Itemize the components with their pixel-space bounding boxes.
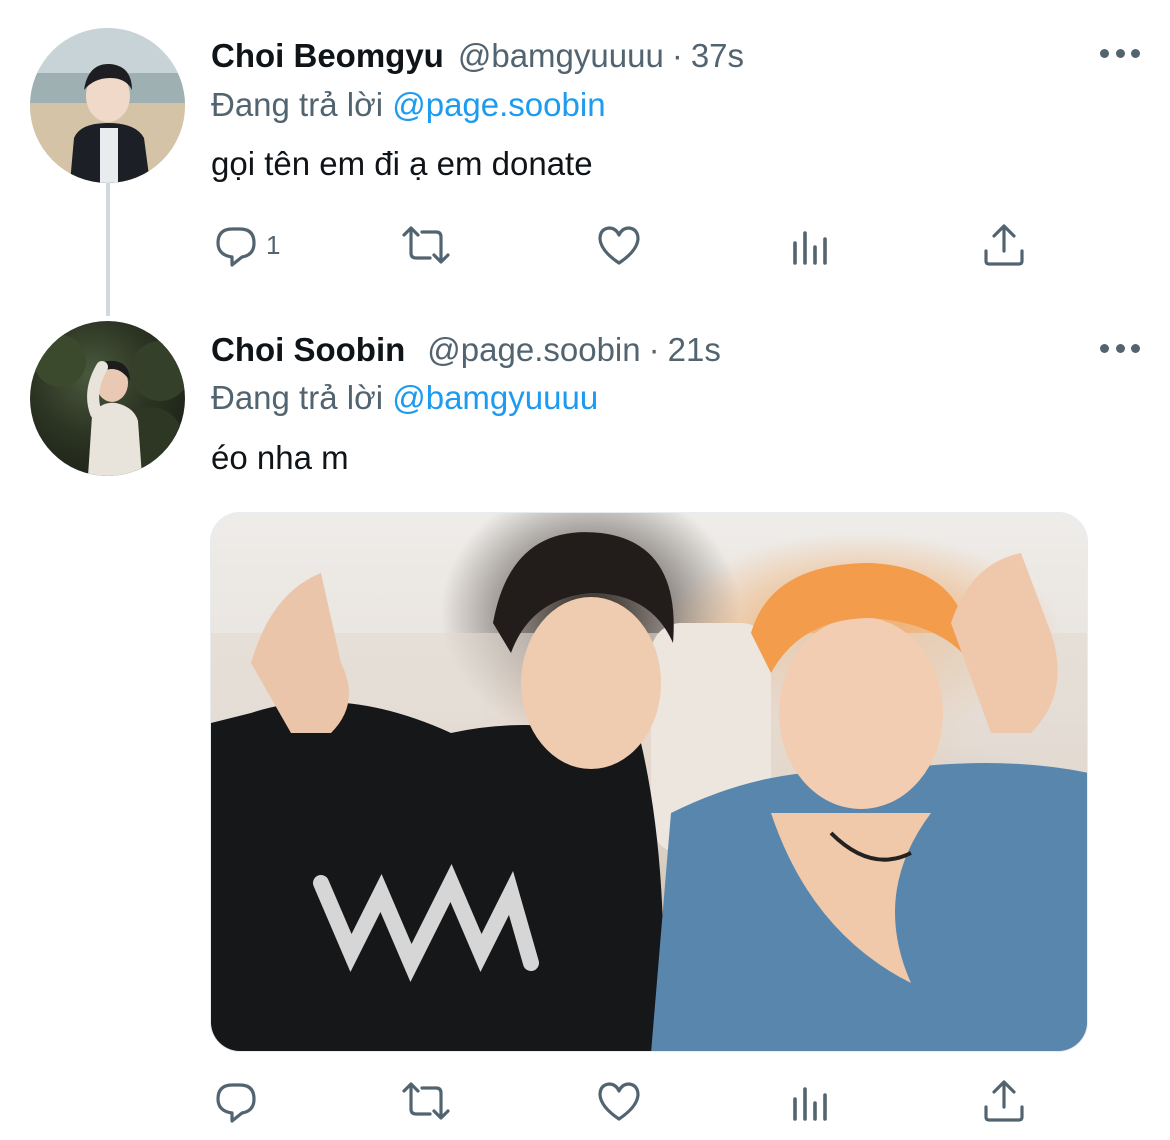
tweet-header: Choi Soobin @page.soobin · 21s xyxy=(211,331,721,369)
tweet-text: éo nha m xyxy=(211,439,349,476)
share-button[interactable] xyxy=(980,1076,1028,1126)
views-icon xyxy=(793,231,827,265)
reply-count: 1 xyxy=(266,229,281,260)
separator-dot: · xyxy=(648,331,660,368)
timestamp[interactable]: 37s xyxy=(691,37,744,75)
views-button[interactable] xyxy=(787,1076,835,1126)
avatar[interactable] xyxy=(30,321,185,476)
action-bar xyxy=(210,1076,1030,1126)
reply-icon xyxy=(216,227,256,267)
share-icon xyxy=(984,224,1024,266)
separator-dot: · xyxy=(671,37,683,74)
views-button[interactable] xyxy=(787,220,835,270)
user-handle[interactable]: @bamgyuuuu xyxy=(458,37,664,75)
action-bar: 1 xyxy=(210,220,1030,270)
share-button[interactable] xyxy=(980,220,1028,270)
reply-button[interactable] xyxy=(212,1076,266,1126)
user-handle[interactable]: @page.soobin xyxy=(427,331,640,369)
retweet-button[interactable] xyxy=(398,220,454,270)
avatar-photo xyxy=(34,335,185,476)
mention-link[interactable]: @page.soobin xyxy=(392,86,605,123)
thread-line xyxy=(106,183,110,316)
replying-to: Đang trả lời @page.soobin xyxy=(211,86,606,124)
display-name[interactable]: Choi Beomgyu xyxy=(211,37,444,75)
tweet-photo[interactable] xyxy=(210,512,1088,1052)
retweet-button[interactable] xyxy=(398,1076,454,1126)
tweet[interactable]: Choi Beomgyu @bamgyuuuu · 37s Đang trả l… xyxy=(0,0,1170,316)
share-icon xyxy=(984,1080,1024,1122)
mention-link[interactable]: @bamgyuuuu xyxy=(392,379,598,416)
replying-to: Đang trả lời @bamgyuuuu xyxy=(211,379,598,417)
timestamp[interactable]: 21s xyxy=(668,331,721,369)
reply-icon xyxy=(216,1083,256,1123)
views-icon xyxy=(793,1087,827,1121)
retweet-icon xyxy=(402,1082,450,1120)
replying-to-label: Đang trả lời xyxy=(211,86,384,123)
like-button[interactable] xyxy=(595,1076,643,1126)
tweet-text: gọi tên em đi ạ em donate xyxy=(211,145,593,182)
more-icon[interactable] xyxy=(1100,342,1140,354)
more-icon[interactable] xyxy=(1100,47,1140,59)
retweet-icon xyxy=(402,226,450,264)
tweet[interactable]: Choi Soobin @page.soobin · 21s Đang trả … xyxy=(0,300,1170,1140)
avatar-photo xyxy=(30,28,185,183)
tweet-header: Choi Beomgyu @bamgyuuuu · 37s xyxy=(211,37,744,75)
avatar[interactable] xyxy=(30,28,185,183)
photo-illustration xyxy=(211,532,1087,1051)
like-icon xyxy=(598,1082,640,1121)
reply-button[interactable]: 1 xyxy=(212,220,280,270)
replying-to-label: Đang trả lời xyxy=(211,379,384,416)
like-icon xyxy=(598,226,640,265)
like-button[interactable] xyxy=(595,220,643,270)
display-name[interactable]: Choi Soobin xyxy=(211,331,405,369)
